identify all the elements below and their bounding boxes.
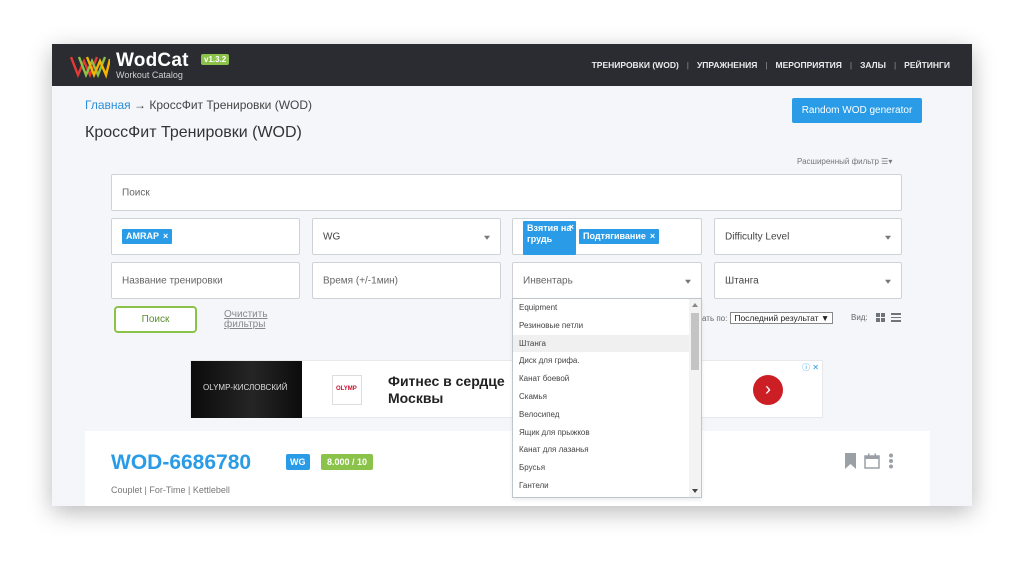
breadcrumb-current: КроссФит Тренировки (WOD) (149, 98, 313, 112)
time-input[interactable]: Время (+/-1мин) (312, 262, 501, 299)
nav-item-gyms[interactable]: ЗАЛЫ (860, 60, 886, 70)
workout-title[interactable]: WOD-6686780 (111, 451, 251, 475)
workout-type-tag: AMRAP × (122, 229, 173, 244)
exercise-tag-pullup: Подтягивание × (579, 229, 660, 244)
logo-subtitle: Workout Catalog (116, 70, 183, 80)
ad-logo-text: OLYMP (336, 386, 357, 392)
wg-select-value: WG (323, 231, 341, 242)
workout-card: WOD-6686780 WG 8.000 / 10 Couplet | For-… (85, 431, 930, 506)
dropdown-option[interactable]: Канат боевой (513, 370, 689, 388)
tag-remove-icon[interactable]: × (569, 222, 574, 233)
sort-control: ать по: Последний результат ▼ (702, 312, 834, 324)
ad-info-icon[interactable]: ⓘ ✕ (802, 362, 819, 373)
bookmark-icon[interactable] (845, 453, 856, 469)
logo-icon[interactable] (70, 53, 110, 79)
difficulty-select[interactable]: Difficulty Level (714, 218, 902, 255)
chevron-down-icon (885, 279, 891, 284)
nav-separator: | (893, 60, 897, 70)
nav-item-events[interactable]: МЕРОПРИЯТИЯ (776, 60, 842, 70)
wg-badge: WG (286, 454, 310, 470)
main-nav: ТРЕНИРОВКИ (WOD) | УПРАЖНЕНИЯ | МЕРОПРИЯ… (592, 60, 950, 70)
exercise-tag-pullup-label: Подтягивание (583, 231, 646, 241)
advanced-filter-toggle[interactable]: Расширенный фильтр ☰▾ (797, 157, 892, 166)
workout-type-tag-label: AMRAP (126, 231, 159, 241)
nav-separator: | (765, 60, 768, 70)
sort-label: ать по: (702, 313, 728, 323)
inventory-dropdown-list: Equipment Резиновые петли Штанга Диск для г… (512, 298, 702, 498)
exercise-tag-clean-label: Взятия на грудь (527, 223, 572, 244)
dropdown-option[interactable]: Диск для грифа. (513, 352, 689, 370)
grid-view-icon[interactable] (875, 312, 885, 322)
wg-select[interactable]: WG (312, 218, 501, 255)
chevron-down-icon (885, 235, 891, 240)
dropdown-option[interactable]: Скамья (513, 388, 689, 406)
search-input[interactable]: Поиск (111, 174, 902, 211)
nav-item-exercises[interactable]: УПРАЖНЕНИЯ (697, 60, 757, 70)
inventory-select-value: Инвентарь (523, 275, 573, 286)
scroll-down-icon[interactable] (692, 489, 698, 493)
barbell-select[interactable]: Штанга (714, 262, 902, 299)
dropdown-options: Equipment Резиновые петли Штанга Диск для г… (513, 299, 701, 495)
view-toggle: Вид: (851, 311, 901, 324)
workout-name-input[interactable]: Название тренировки (111, 262, 300, 299)
top-navigation-bar: WodCat Workout Catalog v1.3.2 ТРЕНИРОВКИ… (52, 44, 972, 86)
tag-remove-icon[interactable]: × (650, 231, 655, 241)
random-wod-button[interactable]: Random WOD generator (792, 98, 922, 123)
tag-remove-icon[interactable]: × (163, 231, 168, 241)
dropdown-option[interactable]: Канат для лазанья (513, 441, 689, 459)
search-button[interactable]: Поиск (114, 306, 197, 333)
sort-select[interactable]: Последний результат ▼ (730, 312, 834, 324)
inventory-select[interactable]: Инвентарь (512, 262, 702, 299)
dropdown-option[interactable]: Брусья (513, 459, 689, 477)
breadcrumb-arrow: → (134, 98, 147, 112)
list-view-icon[interactable] (890, 311, 901, 324)
dropdown-scrollbar[interactable] (689, 299, 701, 497)
nav-item-ratings[interactable]: РЕЙТИНГИ (904, 60, 950, 70)
ad-image: OLYMP-КИСЛОВСКИЙ (191, 361, 302, 418)
chevron-down-icon (484, 235, 490, 240)
dropdown-option[interactable]: Штанга (513, 334, 689, 353)
scroll-up-icon[interactable] (692, 303, 698, 307)
dropdown-option[interactable]: Резиновые петли (513, 317, 689, 335)
dropdown-option[interactable]: Велосипед (513, 406, 689, 424)
dropdown-option[interactable]: Equipment (513, 299, 689, 317)
exercise-tag-clean: Взятия на грудь × (523, 221, 576, 255)
workout-type-select[interactable]: AMRAP × (111, 218, 300, 255)
app-window: WodCat Workout Catalog v1.3.2 ТРЕНИРОВКИ… (52, 44, 972, 506)
nav-separator: | (849, 60, 853, 70)
workout-tags: Couplet | For-Time | Kettlebell (111, 485, 230, 495)
calendar-icon[interactable] (864, 453, 880, 469)
dropdown-option[interactable]: Ящик для прыжков (513, 424, 689, 442)
nav-item-workouts[interactable]: ТРЕНИРОВКИ (WOD) (592, 60, 679, 70)
scrollbar-thumb[interactable] (691, 313, 699, 370)
exercise-select[interactable]: Взятия на грудь × Подтягивание × (512, 218, 702, 255)
score-badge: 8.000 / 10 (321, 454, 374, 470)
breadcrumb: Главная → КроссФит Тренировки (WOD) (85, 98, 312, 112)
card-actions (845, 453, 894, 469)
difficulty-select-value: Difficulty Level (725, 231, 790, 242)
ad-logo: OLYMP (332, 375, 362, 405)
ad-arrow-button[interactable]: › (753, 375, 783, 405)
version-badge: v1.3.2 (201, 54, 230, 65)
clear-filters-link[interactable]: Очистить фильтры (224, 310, 272, 330)
ad-brand-text: OLYMP-КИСЛОВСКИЙ (203, 383, 288, 392)
clear-filters-label: Очистить фильтры (224, 309, 268, 330)
logo-name[interactable]: WodCat (116, 50, 189, 72)
more-icon[interactable] (888, 453, 894, 469)
nav-separator: | (686, 60, 690, 70)
chevron-down-icon (685, 279, 691, 284)
search-placeholder: Поиск (122, 187, 150, 198)
ad-headline[interactable]: Фитнес в сердце Москвы (388, 373, 528, 407)
page-title: КроссФит Тренировки (WOD) (85, 124, 302, 141)
breadcrumb-home-link[interactable]: Главная (85, 98, 131, 112)
barbell-select-value: Штанга (725, 275, 759, 286)
view-label: Вид: (851, 312, 868, 322)
dropdown-option[interactable]: Гантели (513, 477, 689, 495)
workout-name-placeholder: Название тренировки (122, 275, 223, 286)
ad-banner[interactable]: OLYMP-КИСЛОВСКИЙ OLYMP Фитнес в сердце М… (190, 360, 823, 418)
time-placeholder: Время (+/-1мин) (323, 275, 399, 286)
